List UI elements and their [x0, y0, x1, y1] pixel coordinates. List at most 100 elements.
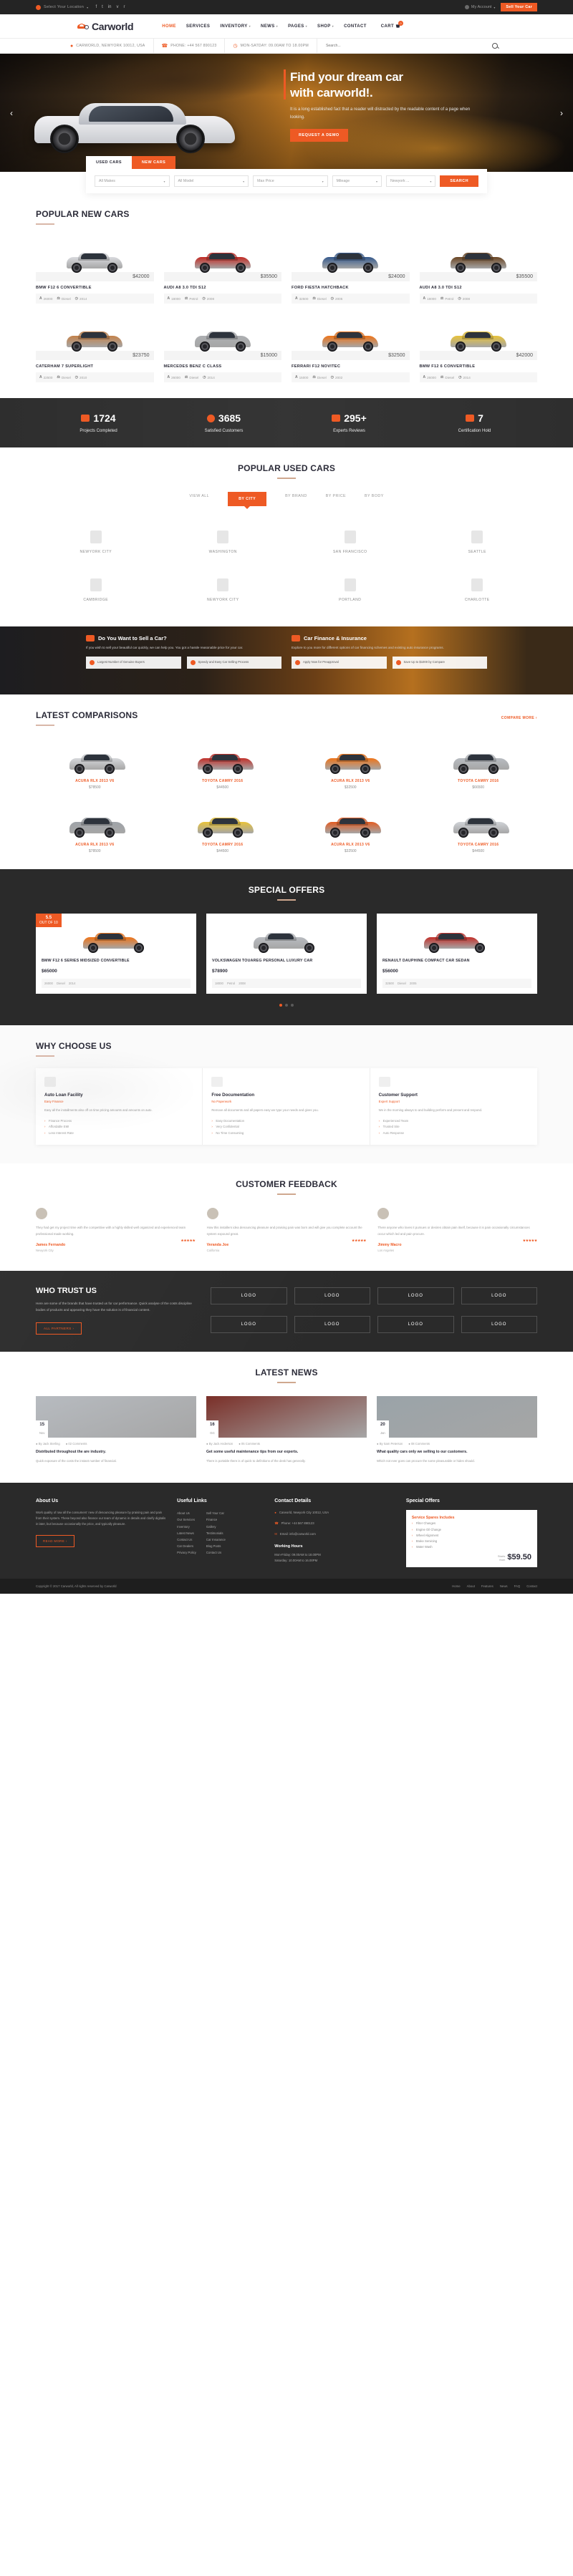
footer-link[interactable]: Privacy Policy [177, 1549, 196, 1556]
car-card[interactable]: $42000 BMW F12 6 CONVERTIBLE A 26000 ⚖ Diesel… [36, 236, 154, 304]
hero-prev-arrow[interactable]: ‹ [6, 107, 17, 119]
select-model[interactable]: All Model ▾ [173, 175, 249, 187]
facebook-icon[interactable]: f [95, 5, 97, 9]
social-links[interactable]: f t in v r [95, 5, 125, 9]
carousel-dot[interactable] [291, 1003, 294, 1007]
linkedin-icon[interactable]: in [108, 5, 112, 9]
header-search[interactable] [317, 43, 537, 49]
comparison-card[interactable]: ACURA RLX 2013 V6 $32500 [292, 801, 410, 853]
sell-your-car-button[interactable]: Sell Your Car [501, 3, 537, 11]
comparison-card[interactable]: ACURA RLX 2013 V6 $32500 [292, 737, 410, 790]
partner-logo[interactable]: LOGO [294, 1287, 370, 1305]
footer-link[interactable]: Car Insurance [206, 1536, 226, 1543]
city-card[interactable]: NEWYORK CITY [36, 522, 156, 563]
city-card[interactable]: CAMBRIDGE [36, 570, 156, 611]
car-card[interactable]: $42000 BMW F12 6 CONVERTIBLE A 26000 ⚖ Diesel… [419, 315, 537, 382]
select-location[interactable]: Newyork ... ▾ [386, 175, 436, 187]
partner-logo[interactable]: LOGO [211, 1316, 287, 1334]
nav-item-pages[interactable]: PAGES ▾ [288, 24, 307, 29]
footer-link[interactable]: Sell Your Car [206, 1510, 226, 1516]
comparison-card[interactable]: TOYOTA CAMRY 2016 $44500 [420, 801, 538, 853]
used-tab[interactable]: BY PRICE [326, 492, 346, 500]
comparison-card[interactable]: TOYOTA CAMRY 2016 $44500 [164, 801, 282, 853]
city-card[interactable]: WASHINGTON [163, 522, 284, 563]
footer-link[interactable]: Our Services [177, 1516, 196, 1523]
vimeo-icon[interactable]: v [116, 5, 118, 9]
request-demo-button[interactable]: REQUEST A DEMO [290, 129, 348, 142]
comparison-card[interactable]: TOYOTA CAMRY 2016 $44500 [164, 737, 282, 790]
city-card[interactable]: PORTLAND [290, 570, 410, 611]
search-input[interactable] [325, 44, 412, 48]
news-card[interactable]: 16 Oct ● By Jack Anderson ● 05 Comments Get … [206, 1395, 367, 1464]
footer-bottom-link[interactable]: News [500, 1584, 508, 1588]
compare-more-link[interactable]: COMPARE MORE › [501, 716, 537, 720]
car-card[interactable]: $32500 FERRARI F12 NOVITEC A 15000 ⚖ Diesel ◷ 2… [292, 315, 410, 382]
nav-item-inventory[interactable]: INVENTORY ▾ [220, 24, 251, 29]
used-tab[interactable]: BY BODY [365, 492, 384, 500]
footer-bottom-link[interactable]: About [467, 1584, 475, 1588]
city-card[interactable]: SEATTLE [418, 522, 538, 563]
partner-logo[interactable]: LOGO [211, 1287, 287, 1305]
location-selector[interactable]: Select Your Location ▾ [36, 4, 88, 10]
select-mileage[interactable]: Mileage ▾ [332, 175, 382, 187]
footer-link[interactable]: Finance [206, 1516, 226, 1523]
read-more-button[interactable]: READ MORE › [36, 1534, 74, 1547]
partner-logo[interactable]: LOGO [294, 1316, 370, 1334]
partner-logo[interactable]: LOGO [377, 1287, 454, 1305]
twitter-icon[interactable]: t [102, 5, 103, 9]
promo-feature[interactable]: Save Up to $1000 by Compare [392, 656, 487, 669]
used-tab[interactable]: VIEW ALL [189, 492, 209, 500]
comparison-card[interactable]: ACURA RLX 2013 V6 $78500 [36, 737, 154, 790]
footer-link[interactable]: Contact Us [206, 1549, 226, 1556]
city-card[interactable]: NEWYORK CITY [163, 570, 284, 611]
carousel-dot[interactable] [279, 1003, 282, 1007]
rss-icon[interactable]: r [123, 5, 125, 9]
promo-feature[interactable]: Speedy and Easy Car Selling Process [186, 656, 281, 669]
footer-link[interactable]: Latest News [177, 1530, 196, 1536]
footer-bottom-link[interactable]: Features [481, 1584, 493, 1588]
search-icon[interactable] [492, 43, 498, 49]
tab-new-cars[interactable]: NEW CARS [132, 156, 176, 169]
nav-item-services[interactable]: SERVICES [186, 24, 210, 29]
comparison-card[interactable]: TOYOTA CAMRY 2016 $66500 [420, 737, 538, 790]
comparison-card[interactable]: ACURA RLX 2013 V6 $78500 [36, 801, 154, 853]
city-card[interactable]: CHARLOTTE [418, 570, 538, 611]
site-logo[interactable]: Carworld [77, 21, 134, 32]
footer-link[interactable]: About Us [177, 1510, 196, 1516]
used-tab[interactable]: BY BRAND [285, 492, 307, 500]
footer-link[interactable]: Blog Posts [206, 1543, 226, 1549]
my-account-menu[interactable]: My Account ▾ [464, 5, 495, 9]
nav-item-shop[interactable]: SHOP ▾ [317, 24, 334, 29]
carousel-dots[interactable] [36, 1003, 537, 1007]
all-partners-button[interactable]: ALL PARTNERS › [36, 1322, 82, 1335]
car-card[interactable]: $24000 FORD FIESTA HATCHBACK A 32500 ⚖ Diesel… [292, 236, 410, 304]
footer-link[interactable]: Car Dealers [177, 1543, 196, 1549]
footer-link[interactable]: Gallery [206, 1524, 226, 1530]
car-card[interactable]: $23750 CATERHAM 7 SUPERLIGHT A 22500 ⚖ Diesel… [36, 315, 154, 382]
news-card[interactable]: 20 Jan ● By Sam Peterson ● 08 Comments What … [377, 1395, 537, 1464]
footer-link[interactable]: Testimonials [206, 1530, 226, 1536]
hero-next-arrow[interactable]: › [556, 107, 567, 119]
car-card[interactable]: $35500 AUDI A8 3.0 TDI S12 A 18000 ⚖ Petrol ◷ 2… [419, 236, 537, 304]
offer-card[interactable]: 5.5 OUT OF 10 BMW F12 6 SERIES MIDSIZED CO… [36, 914, 196, 994]
footer-link[interactable]: Inventory [177, 1524, 196, 1530]
partner-logo[interactable]: LOGO [377, 1316, 454, 1334]
select-max-price[interactable]: Max Price ▾ [253, 175, 328, 187]
city-card[interactable]: SAN FRANCISCO [290, 522, 410, 563]
nav-item-contact[interactable]: CONTACT [344, 24, 367, 29]
select-make[interactable]: All Makes ▾ [95, 175, 170, 187]
car-card[interactable]: $15000 MERCEDES BENZ C CLASS A 26000 ⚖ Diesel… [163, 315, 281, 382]
partner-logo[interactable]: LOGO [461, 1316, 537, 1334]
nav-item-news[interactable]: NEWS ▾ [261, 24, 278, 29]
car-card[interactable]: $35500 AUDI A8 3.0 TDI S12 A 18000 ⚖ Petrol ◷ 2… [163, 236, 281, 304]
news-card[interactable]: 15 Nov ● By Jack Sterling ● 02 Comments Dist… [36, 1395, 196, 1464]
used-tab[interactable]: BY CITY [228, 492, 267, 506]
search-button[interactable]: SEARCH [440, 175, 479, 187]
offer-card[interactable]: RENAULT DAUPHINE COMPACT CAR SEDAN $56000… [377, 914, 537, 994]
promo-feature[interactable]: Apply Now for Preapproval [292, 656, 387, 669]
footer-bottom-link[interactable]: Contact [526, 1584, 537, 1588]
partner-logo[interactable]: LOGO [461, 1287, 537, 1305]
promo-feature[interactable]: Largest Number of Genuine Buyers [86, 656, 181, 669]
tab-used-cars[interactable]: USED CARS [86, 156, 132, 169]
footer-bottom-link[interactable]: Home [452, 1584, 460, 1588]
